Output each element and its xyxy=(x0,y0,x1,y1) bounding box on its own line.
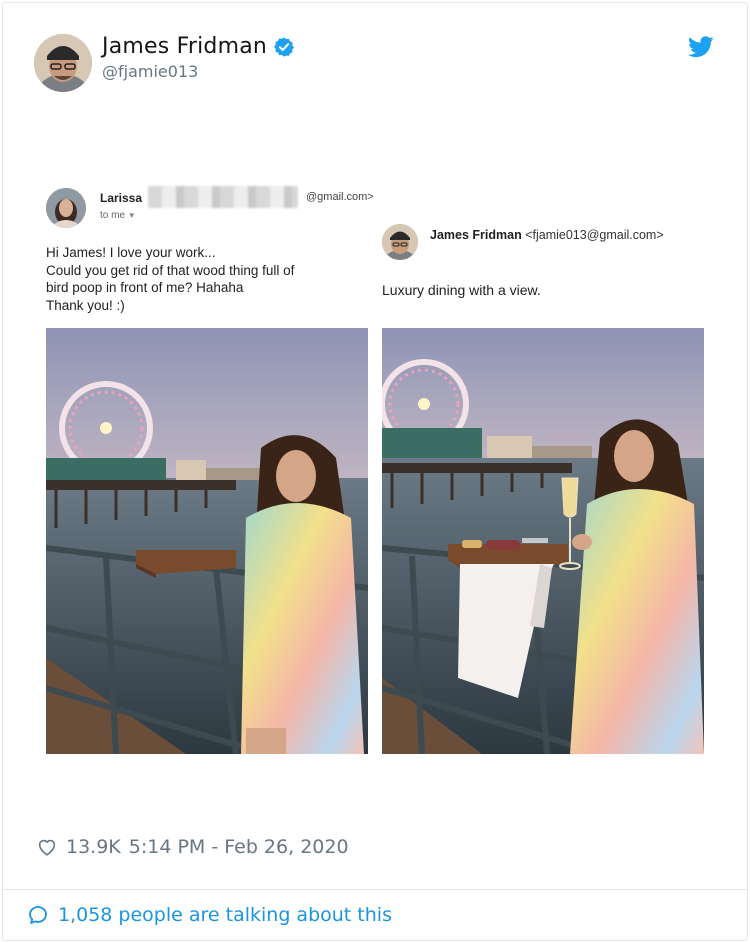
tweet-media-image[interactable]: Larissa @gmail.com> to me ▼ Hi James! I … xyxy=(32,148,716,820)
original-photo xyxy=(46,328,368,754)
email-line: Thank you! :) xyxy=(46,297,125,313)
email-line: bird poop in front of me? Hahaha xyxy=(46,280,244,295)
display-name[interactable]: James Fridman xyxy=(102,34,267,59)
reply-body: Luxury dining with a view. xyxy=(382,282,541,298)
profile-avatar[interactable] xyxy=(34,34,92,92)
reply-avatar xyxy=(382,224,418,260)
email-line: Hi James! I love your work... xyxy=(46,245,216,260)
heart-icon[interactable] xyxy=(36,836,58,858)
blurred-address xyxy=(148,186,298,208)
caret-down-icon: ▼ xyxy=(127,211,136,220)
recipient-text: to me xyxy=(100,210,126,221)
speech-bubble-icon xyxy=(29,906,47,924)
user-handle[interactable]: @fjamie013 xyxy=(102,62,198,81)
sender-avatar xyxy=(46,188,86,228)
name-row[interactable]: James Fridman xyxy=(102,34,295,59)
reply-sender-name: James Fridman xyxy=(430,228,522,242)
reply-header: James Fridman <fjamie013@gmail.com> xyxy=(430,228,664,242)
like-count[interactable]: 13.9K xyxy=(66,836,121,858)
conversation-link[interactable]: 1,058 people are talking about this xyxy=(26,903,392,927)
edited-photo xyxy=(382,328,704,754)
divider xyxy=(2,889,748,890)
sender-name: Larissa xyxy=(100,191,143,205)
verified-badge-icon xyxy=(274,36,295,57)
email-line: Could you get rid of that wood thing ful… xyxy=(46,262,295,278)
conversation-text[interactable]: 1,058 people are talking about this xyxy=(58,904,392,926)
tweet-meta: 13.9K 5:14 PM - Feb 26, 2020 xyxy=(36,836,349,858)
recipient-label: to me ▼ xyxy=(100,210,136,221)
sender-email-suffix: @gmail.com> xyxy=(306,191,374,203)
email-body: Hi James! I love your work... Could you … xyxy=(46,244,366,314)
tweet-timestamp[interactable]: 5:14 PM - Feb 26, 2020 xyxy=(129,836,349,858)
twitter-bird-icon[interactable] xyxy=(688,36,714,58)
reply-sender-email: <fjamie013@gmail.com> xyxy=(525,228,664,242)
